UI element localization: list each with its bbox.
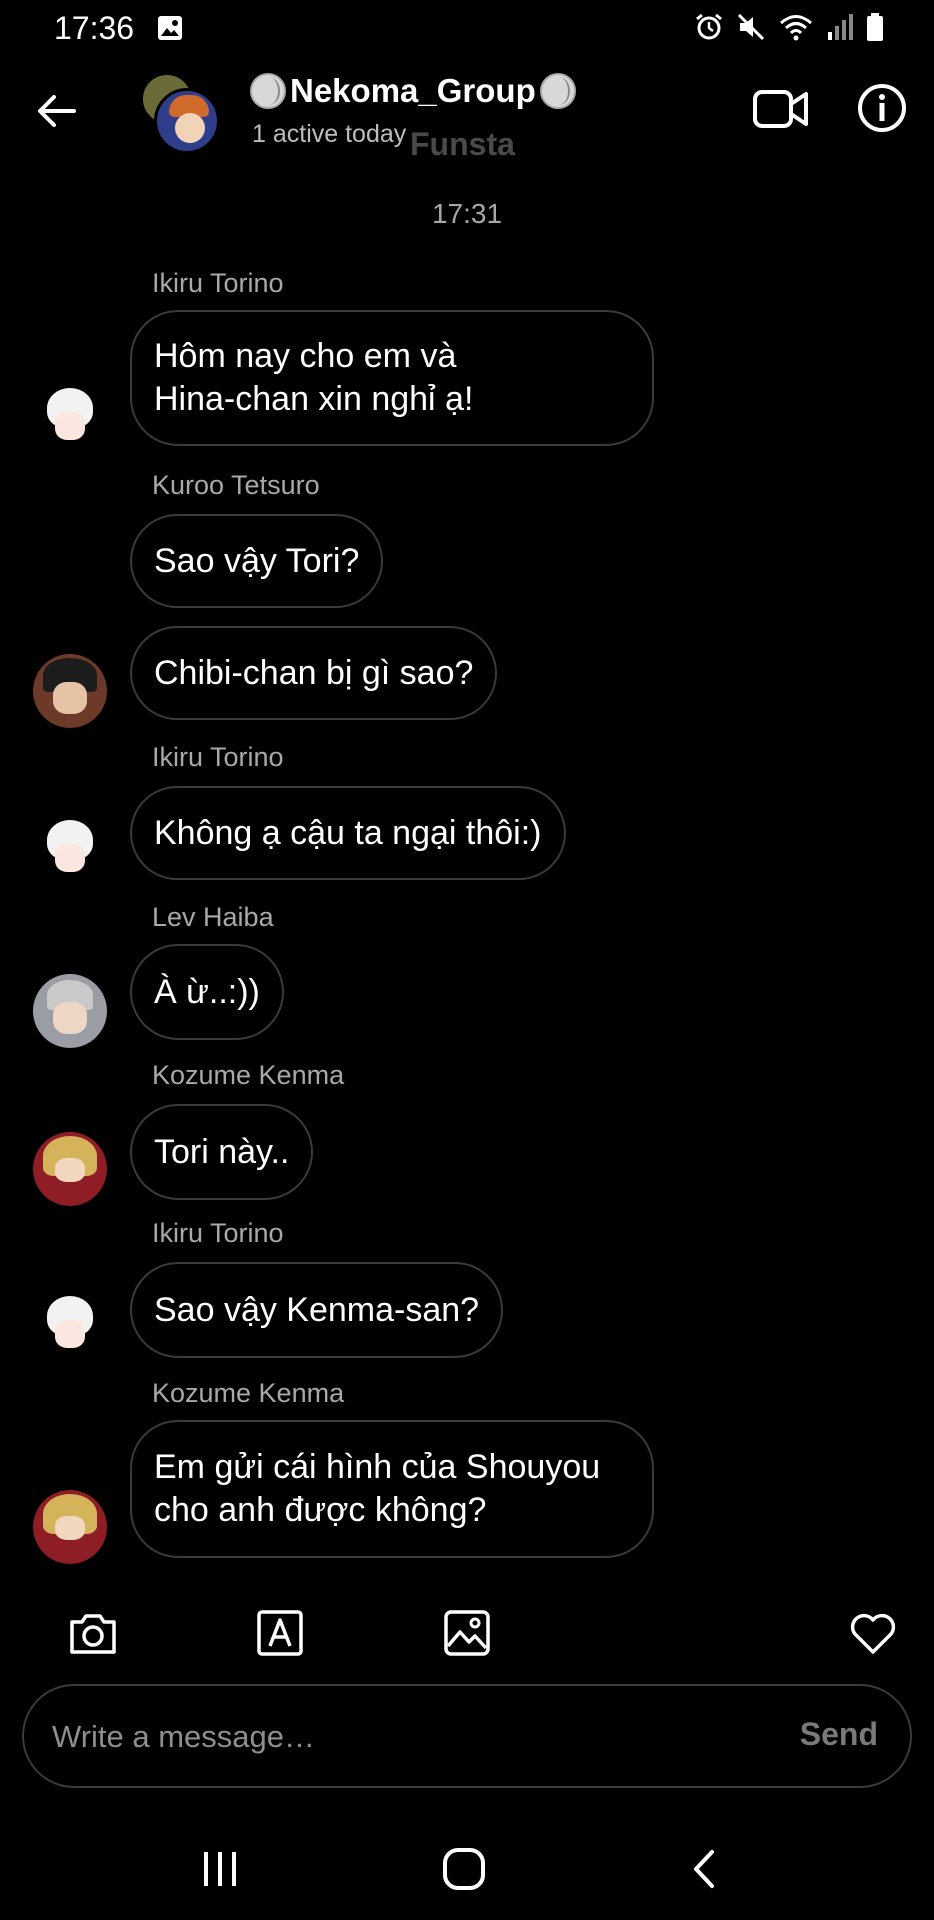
message-input[interactable] — [52, 1710, 752, 1764]
message-bubble[interactable]: Không ạ cậu ta ngại thôi:) — [130, 786, 566, 880]
battery-icon — [867, 13, 883, 41]
recent-apps-icon[interactable] — [190, 1844, 250, 1894]
info-icon[interactable] — [856, 82, 908, 134]
avatar-kozume-kenma[interactable] — [33, 1490, 107, 1564]
avatar-ikiru-torino[interactable] — [33, 382, 107, 456]
signal-icon — [828, 14, 853, 40]
message-bubble[interactable]: Sao vậy Kenma-san? — [130, 1262, 504, 1358]
wifi-icon — [780, 15, 812, 41]
status-icons — [694, 12, 884, 42]
volleyball-icon — [539, 73, 576, 109]
message-bubble[interactable]: À ừ..:)) — [130, 944, 284, 1040]
message-text: À ừ..:)) — [154, 972, 260, 1011]
chat-header: Nekoma_Group 1 active today Funsta — [0, 58, 934, 168]
message-line: cho anh được không? — [154, 1491, 487, 1529]
volleyball-icon — [250, 73, 286, 109]
home-icon[interactable] — [434, 1844, 494, 1894]
camera-icon[interactable] — [68, 1608, 118, 1658]
mute-icon — [737, 13, 765, 41]
back-arrow-icon[interactable] — [34, 88, 80, 134]
message-bubble[interactable]: Chibi-chan bị gì sao? — [130, 626, 498, 720]
image-notification-icon — [158, 16, 182, 40]
message-bubble[interactable]: Em gửi cái hình của Shouyou cho anh được… — [130, 1420, 654, 1558]
avatar-kuroo-tetsuro[interactable] — [33, 654, 107, 728]
nav-back-icon[interactable] — [676, 1844, 736, 1894]
avatar-kozume-kenma[interactable] — [33, 1132, 107, 1206]
group-name: Nekoma_Group — [290, 72, 536, 109]
sticker-text-icon[interactable] — [255, 1608, 305, 1658]
message-line: Hôm nay cho em và — [154, 337, 457, 375]
alarm-icon — [696, 13, 722, 40]
message-text: Sao vậy Kenma-san? — [154, 1290, 480, 1329]
message-bubble[interactable]: Tori này.. — [130, 1104, 314, 1200]
group-title[interactable]: Nekoma_Group — [250, 72, 576, 110]
group-avatar[interactable] — [140, 72, 220, 154]
message-timestamp: 17:31 — [431, 198, 503, 229]
message-line: Hina-chan xin nghỉ ạ! — [154, 380, 474, 418]
message-bubble[interactable]: Hôm nay cho em và Hina-chan xin nghỉ ạ! — [130, 310, 654, 446]
message-text: Không ạ cậu ta ngại thôi:) — [154, 813, 542, 852]
sender-name: Ikiru Torino — [152, 742, 284, 772]
message-text: Chibi-chan bị gì sao? — [154, 653, 474, 692]
sender-name: Ikiru Torino — [152, 1218, 284, 1248]
sender-name: Kozume Kenma — [152, 1378, 345, 1408]
gallery-icon[interactable] — [442, 1608, 492, 1658]
message-composer: Send — [22, 1684, 912, 1788]
video-call-icon[interactable] — [752, 84, 810, 134]
status-time: 17:36 — [54, 10, 135, 46]
message-text: Tori này.. — [154, 1132, 290, 1171]
sender-name: Lev Haiba — [152, 902, 274, 932]
sender-name: Kuroo Tetsuro — [152, 470, 320, 500]
watermark: Funsta — [410, 126, 515, 162]
message-bubble[interactable]: Sao vậy Tori? — [130, 514, 384, 608]
message-line: Em gửi cái hình của Shouyou — [154, 1448, 601, 1486]
status-bar: 17:36 — [0, 0, 934, 58]
sender-name: Kozume Kenma — [152, 1060, 345, 1090]
member-avatar-front — [154, 88, 220, 154]
message-text: Sao vậy Tori? — [154, 541, 360, 580]
avatar-ikiru-torino[interactable] — [33, 1290, 107, 1364]
sender-name: Ikiru Torino — [152, 268, 284, 298]
heart-icon[interactable] — [848, 1608, 898, 1658]
avatar-lev-haiba[interactable] — [33, 974, 107, 1048]
avatar-ikiru-torino[interactable] — [33, 814, 107, 888]
send-button[interactable]: Send — [800, 1716, 878, 1753]
active-status: 1 active today — [252, 120, 407, 148]
